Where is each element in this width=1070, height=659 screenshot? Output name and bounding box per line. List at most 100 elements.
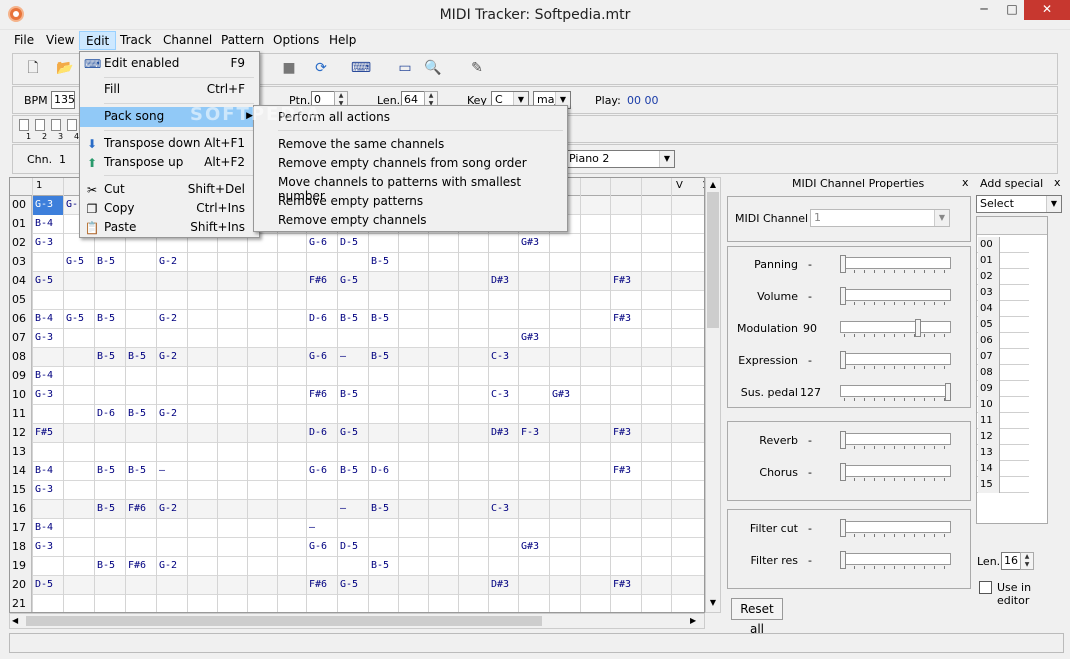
special-cell[interactable] — [1000, 349, 1029, 365]
special-row[interactable]: 02 — [977, 269, 1029, 285]
panel-close-icon[interactable]: x — [962, 176, 969, 189]
special-cell[interactable] — [1000, 413, 1029, 429]
note-cell[interactable]: B-5 — [126, 348, 156, 367]
note-cell[interactable]: G#3 — [519, 329, 549, 348]
control-slider[interactable] — [840, 463, 951, 483]
special-row[interactable]: 07 — [977, 349, 1029, 365]
menu-file[interactable]: File — [8, 31, 40, 50]
submenu-remove-same-channels[interactable]: Remove the same channels — [278, 137, 444, 151]
note-cell[interactable]: G-2 — [157, 500, 187, 519]
note-cell[interactable]: G-5 — [338, 576, 368, 595]
note-cell[interactable]: G-5 — [338, 424, 368, 443]
note-cell[interactable]: C-3 — [489, 500, 519, 519]
special-cell[interactable] — [1000, 301, 1029, 317]
special-row[interactable]: 03 — [977, 285, 1029, 301]
menu-transpose-down[interactable]: ⬇ Transpose down Alt+F1 — [80, 134, 259, 154]
note-cell[interactable]: G-2 — [157, 557, 187, 576]
note-cell[interactable]: D#3 — [489, 576, 519, 595]
note-cell[interactable]: C-3 — [489, 348, 519, 367]
note-cell[interactable]: B-5 — [338, 386, 368, 405]
menu-channel[interactable]: Channel — [157, 31, 218, 50]
note-cell[interactable]: B-5 — [369, 253, 399, 272]
note-cell[interactable]: B-5 — [95, 253, 125, 272]
special-cell[interactable] — [1000, 365, 1029, 381]
note-cell[interactable]: B-5 — [369, 348, 399, 367]
special-row[interactable]: 14 — [977, 461, 1029, 477]
note-cell[interactable]: F#6 — [126, 500, 156, 519]
note-cell[interactable]: G-3 — [33, 538, 63, 557]
slider-thumb[interactable] — [914, 319, 921, 337]
note-cell[interactable]: G-2 — [157, 348, 187, 367]
note-cell[interactable]: G-2 — [157, 405, 187, 424]
note-cell[interactable]: G-3 — [33, 329, 63, 348]
grid-row[interactable]: 07 G-3 G#3 — [10, 329, 704, 348]
grid-row[interactable]: 04 G-5 F#6 G-5 D#3 F#3 — [10, 272, 704, 291]
note-cell[interactable]: B-5 — [338, 310, 368, 329]
track-toggle-2[interactable] — [35, 119, 45, 131]
note-cell[interactable]: B-5 — [369, 557, 399, 576]
special-length-input[interactable]: 16 ▲ ▼ — [1001, 552, 1034, 570]
note-cell[interactable]: G-5 — [64, 253, 94, 272]
note-cell[interactable]: G#3 — [550, 386, 580, 405]
menu-edit[interactable]: Edit — [79, 31, 117, 50]
menu-paste[interactable]: 📋 Paste Shift+Ins — [80, 218, 259, 238]
slider-thumb[interactable] — [840, 287, 846, 305]
grid-horizontal-scrollbar[interactable]: ◀ ▶ — [9, 613, 705, 629]
grid-row[interactable]: 18 G-3 G-6 D-5 G#3 — [10, 538, 704, 557]
menu-copy[interactable]: ❐ Copy Ctrl+Ins — [80, 199, 259, 219]
special-cell[interactable] — [1000, 381, 1029, 397]
special-row[interactable]: 08 — [977, 365, 1029, 381]
minimize-button[interactable]: ─ — [970, 0, 998, 20]
note-cell[interactable]: B-5 — [126, 405, 156, 424]
note-cell[interactable]: F#5 — [33, 424, 63, 443]
preview-icon[interactable]: 🔍 — [421, 57, 445, 81]
grid-row[interactable]: 12 F#5 D-6 G-5 D#3 F-3 F#3 — [10, 424, 704, 443]
note-cell[interactable]: G#3 — [519, 234, 549, 253]
note-cell[interactable]: G-5 — [64, 310, 94, 329]
pattern-grid[interactable]: 1 V 1 00G-3G-01B-402G-3G-6D-5G#303G-5B-5… — [9, 177, 705, 613]
control-slider[interactable] — [840, 287, 951, 307]
submenu-remove-empty-channels[interactable]: Remove empty channels — [278, 213, 427, 227]
special-cell[interactable] — [1000, 461, 1029, 477]
grid-row[interactable]: 10 G-3 F#6 B-5 C-3 G#3 — [10, 386, 704, 405]
note-cell[interactable]: B-5 — [95, 462, 125, 481]
note-cell[interactable]: B-5 — [95, 500, 125, 519]
special-row[interactable]: 09 — [977, 381, 1029, 397]
note-cell[interactable]: G#3 — [519, 538, 549, 557]
note-cell[interactable]: D-5 — [33, 576, 63, 595]
note-cell[interactable]: C-3 — [489, 386, 519, 405]
special-row[interactable]: 06 — [977, 333, 1029, 349]
special-row[interactable]: 12 — [977, 429, 1029, 445]
note-cell[interactable]: G-3 — [33, 234, 63, 253]
note-cell[interactable]: B-4 — [33, 215, 63, 234]
note-cell[interactable]: F#3 — [611, 576, 641, 595]
slider-thumb[interactable] — [840, 431, 846, 449]
special-row[interactable]: 11 — [977, 413, 1029, 429]
note-cell[interactable]: D-6 — [369, 462, 399, 481]
note-cell[interactable]: D-6 — [95, 405, 125, 424]
slider-thumb[interactable] — [945, 383, 951, 401]
grid-row[interactable]: 05 — [10, 291, 704, 310]
note-cell[interactable]: B-5 — [369, 310, 399, 329]
note-cell[interactable]: – — [307, 519, 337, 538]
special-row[interactable]: 10 — [977, 397, 1029, 413]
note-cell[interactable]: G-3 — [33, 386, 63, 405]
maximize-button[interactable]: □ — [998, 0, 1026, 20]
note-cell[interactable]: F#6 — [307, 272, 337, 291]
note-cell[interactable]: D-6 — [307, 424, 337, 443]
note-cell[interactable]: G-5 — [338, 272, 368, 291]
special-row[interactable]: 00 — [977, 237, 1029, 253]
note-cell[interactable]: G-2 — [157, 253, 187, 272]
grid-row[interactable]: 14 B-4 B-5 B-5– G-6 B-5 D-6 F#3 — [10, 462, 704, 481]
note-cell[interactable]: B-5 — [95, 310, 125, 329]
note-cell[interactable]: F#6 — [126, 557, 156, 576]
hscroll-thumb[interactable] — [26, 616, 542, 626]
special-row[interactable]: 13 — [977, 445, 1029, 461]
menu-options[interactable]: Options — [267, 31, 325, 50]
new-file-icon[interactable]: 🗋 — [21, 57, 45, 81]
grid-row[interactable]: 08 B-5 B-5 G-2 G-6– B-5 C-3 — [10, 348, 704, 367]
scroll-right-icon[interactable]: ▶ — [690, 614, 702, 628]
menu-track[interactable]: Track — [114, 31, 157, 50]
note-cell[interactable]: B-5 — [95, 557, 125, 576]
note-cell[interactable]: F#6 — [307, 386, 337, 405]
